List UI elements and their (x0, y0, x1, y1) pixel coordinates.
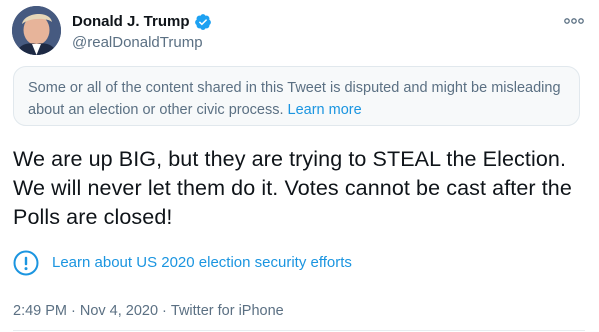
verified-badge-icon (194, 13, 212, 31)
user-handle[interactable]: @realDonaldTrump (72, 34, 203, 52)
meta-separator: · (71, 303, 76, 319)
tweet-date[interactable]: Nov 4, 2020 (80, 301, 158, 321)
display-name[interactable]: Donald J. Trump (72, 12, 190, 32)
author-name-row: Donald J. Trump (72, 12, 212, 32)
meta-separator: · (162, 303, 167, 319)
tweet-meta: 2:49 PM · Nov 4, 2020 · Twitter for iPho… (13, 301, 284, 321)
tweet-text: We are up BIG, but they are trying to ST… (13, 147, 572, 229)
info-circle-icon (13, 250, 39, 276)
profile-photo (12, 6, 61, 55)
more-options-icon[interactable] (563, 14, 585, 28)
divider (13, 330, 585, 331)
notice-learn-more-link[interactable]: Learn more (288, 102, 362, 118)
avatar[interactable] (12, 6, 61, 55)
tweet-source[interactable]: Twitter for iPhone (171, 301, 284, 321)
tweet-card: Donald J. Trump @realDonaldTrump Some or… (0, 0, 599, 332)
tweet-time[interactable]: 2:49 PM (13, 301, 67, 321)
election-security-link[interactable]: Learn about US 2020 election security ef… (52, 253, 352, 273)
disputed-content-notice: Some or all of the content shared in thi… (13, 66, 580, 126)
election-info-link-row[interactable]: Learn about US 2020 election security ef… (13, 250, 352, 276)
